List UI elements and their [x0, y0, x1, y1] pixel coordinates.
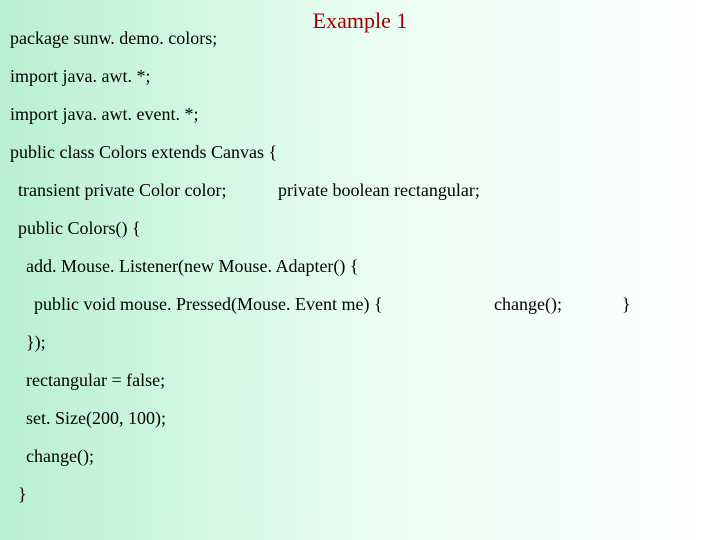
code-line: }: [622, 294, 631, 315]
code-line: import java. awt. event. *;: [10, 104, 198, 125]
code-line: package sunw. demo. colors;: [10, 28, 217, 49]
code-line: import java. awt. *;: [10, 66, 150, 87]
code-line: public class Colors extends Canvas {: [10, 142, 277, 163]
code-line: add. Mouse. Listener(new Mouse. Adapter(…: [26, 256, 359, 277]
code-line: transient private Color color;: [18, 180, 226, 201]
code-line: change();: [26, 446, 94, 467]
code-line: set. Size(200, 100);: [26, 408, 166, 429]
code-line: private boolean rectangular;: [278, 180, 480, 201]
code-line: });: [26, 332, 46, 353]
code-line: }: [18, 484, 27, 505]
code-line: public void mouse. Pressed(Mouse. Event …: [34, 294, 383, 315]
code-line: rectangular = false;: [26, 370, 165, 391]
code-line: public Colors() {: [18, 218, 141, 239]
code-line: change();: [494, 294, 562, 315]
